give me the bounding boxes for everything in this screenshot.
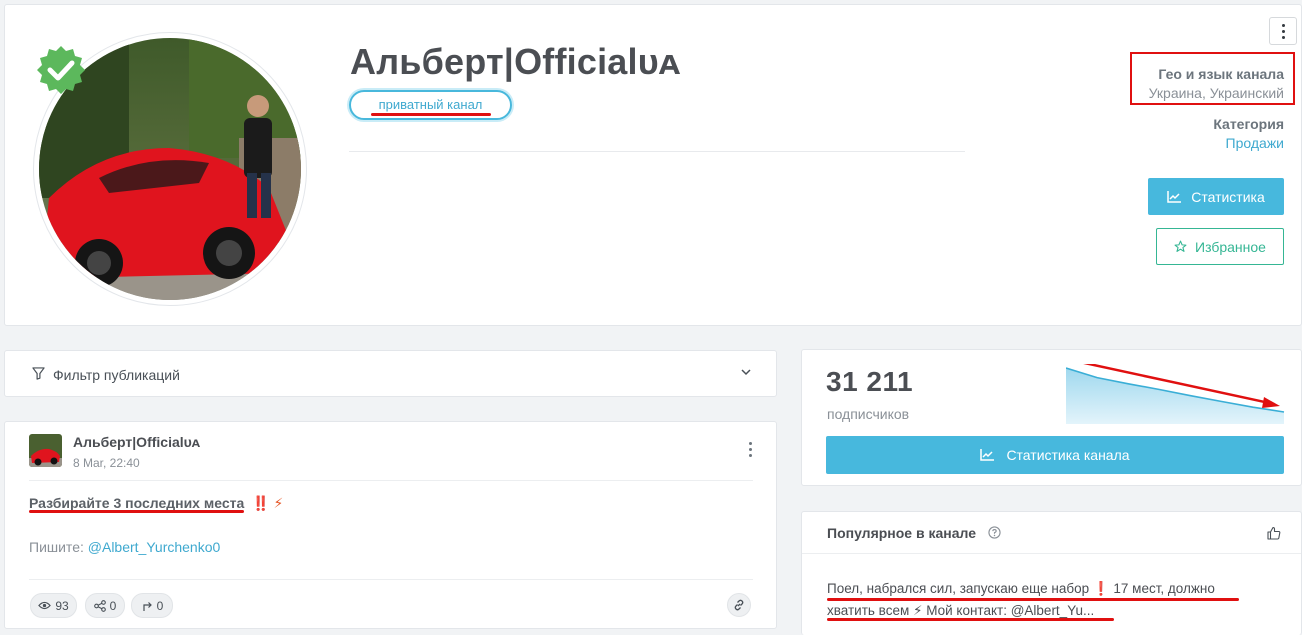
favorite-button-label: Избранное [1195, 238, 1266, 255]
post-author[interactable]: Альберт|Officialᴜᴀ [73, 434, 200, 450]
channel-title: Альберт|Officialᴜᴀ [350, 41, 681, 82]
header-divider [349, 151, 965, 152]
post-divider-bottom [29, 579, 753, 580]
star-icon [1174, 240, 1187, 252]
post-contact-link[interactable]: @Albert_Yurchenko0 [88, 539, 221, 555]
shares-counter: 0 [85, 593, 125, 618]
statistics-button-label: Статистика [1191, 188, 1265, 205]
popular-card: Популярное в канале Поел, набрался сил, … [801, 511, 1302, 635]
forwards-count: 0 [156, 598, 164, 613]
post-headline-emoji: ‼️ ⚡ [252, 495, 284, 511]
forward-icon [143, 601, 152, 611]
chart-icon [1167, 190, 1182, 203]
annotation-underline [827, 598, 1239, 601]
chevron-down-icon[interactable] [741, 367, 751, 377]
chart-icon [980, 449, 995, 461]
annotation-underline [371, 113, 491, 116]
category-label: Категория [1213, 116, 1284, 132]
statistics-button[interactable]: Статистика [1148, 178, 1284, 215]
post-contact-prefix: Пишите: [29, 539, 88, 555]
annotation-box [1130, 52, 1295, 105]
thumbs-up-icon[interactable] [1267, 526, 1281, 540]
post-author-avatar [29, 434, 62, 467]
post-divider-top [29, 480, 753, 481]
post-more-icon[interactable] [749, 442, 752, 457]
channel-header-card: Альберт|Officialᴜᴀ приватный канал Гео и… [4, 4, 1302, 326]
channel-statistics-button[interactable]: Статистика канала [826, 436, 1284, 474]
filter-icon [32, 367, 45, 380]
publication-filter[interactable]: Фильтр публикаций [4, 350, 777, 397]
annotation-arrowhead [1262, 397, 1280, 408]
eye-icon [38, 601, 52, 610]
popular-title: Популярное в канале [827, 525, 976, 541]
subscribers-label: подписчиков [827, 406, 910, 422]
subscribers-trend-sparkline [1066, 364, 1285, 424]
annotation-underline [29, 510, 244, 513]
share-icon [93, 599, 106, 612]
verified-icon [37, 46, 85, 94]
post-contact: Пишите: @Albert_Yurchenko0 [29, 539, 220, 555]
views-counter: 93 [30, 593, 77, 618]
subscribers-card: 31 211 подписчиков Статистика канала [801, 349, 1302, 486]
shares-count: 0 [109, 598, 117, 613]
help-icon[interactable] [988, 526, 1001, 539]
post-date: 8 Mar, 22:40 [73, 456, 140, 470]
views-count: 93 [55, 598, 69, 613]
favorite-button[interactable]: Избранное [1156, 228, 1284, 265]
post-card: Альберт|Officialᴜᴀ 8 Mar, 22:40 Разбирай… [4, 421, 777, 629]
post-headline-text: Разбирайте 3 последних места [29, 495, 245, 511]
annotation-underline [827, 618, 1114, 621]
channel-statistics-label: Статистика канала [1006, 447, 1130, 463]
category-link[interactable]: Продажи [1226, 135, 1284, 151]
sparkline-area [1066, 368, 1284, 424]
forwards-counter: 0 [131, 593, 173, 618]
post-link-button[interactable] [727, 593, 751, 617]
header-more-button[interactable] [1269, 17, 1297, 45]
popular-divider [802, 553, 1301, 554]
filter-label: Фильтр публикаций [53, 367, 180, 383]
link-icon [734, 599, 744, 611]
subscribers-count: 31 211 [826, 366, 914, 397]
